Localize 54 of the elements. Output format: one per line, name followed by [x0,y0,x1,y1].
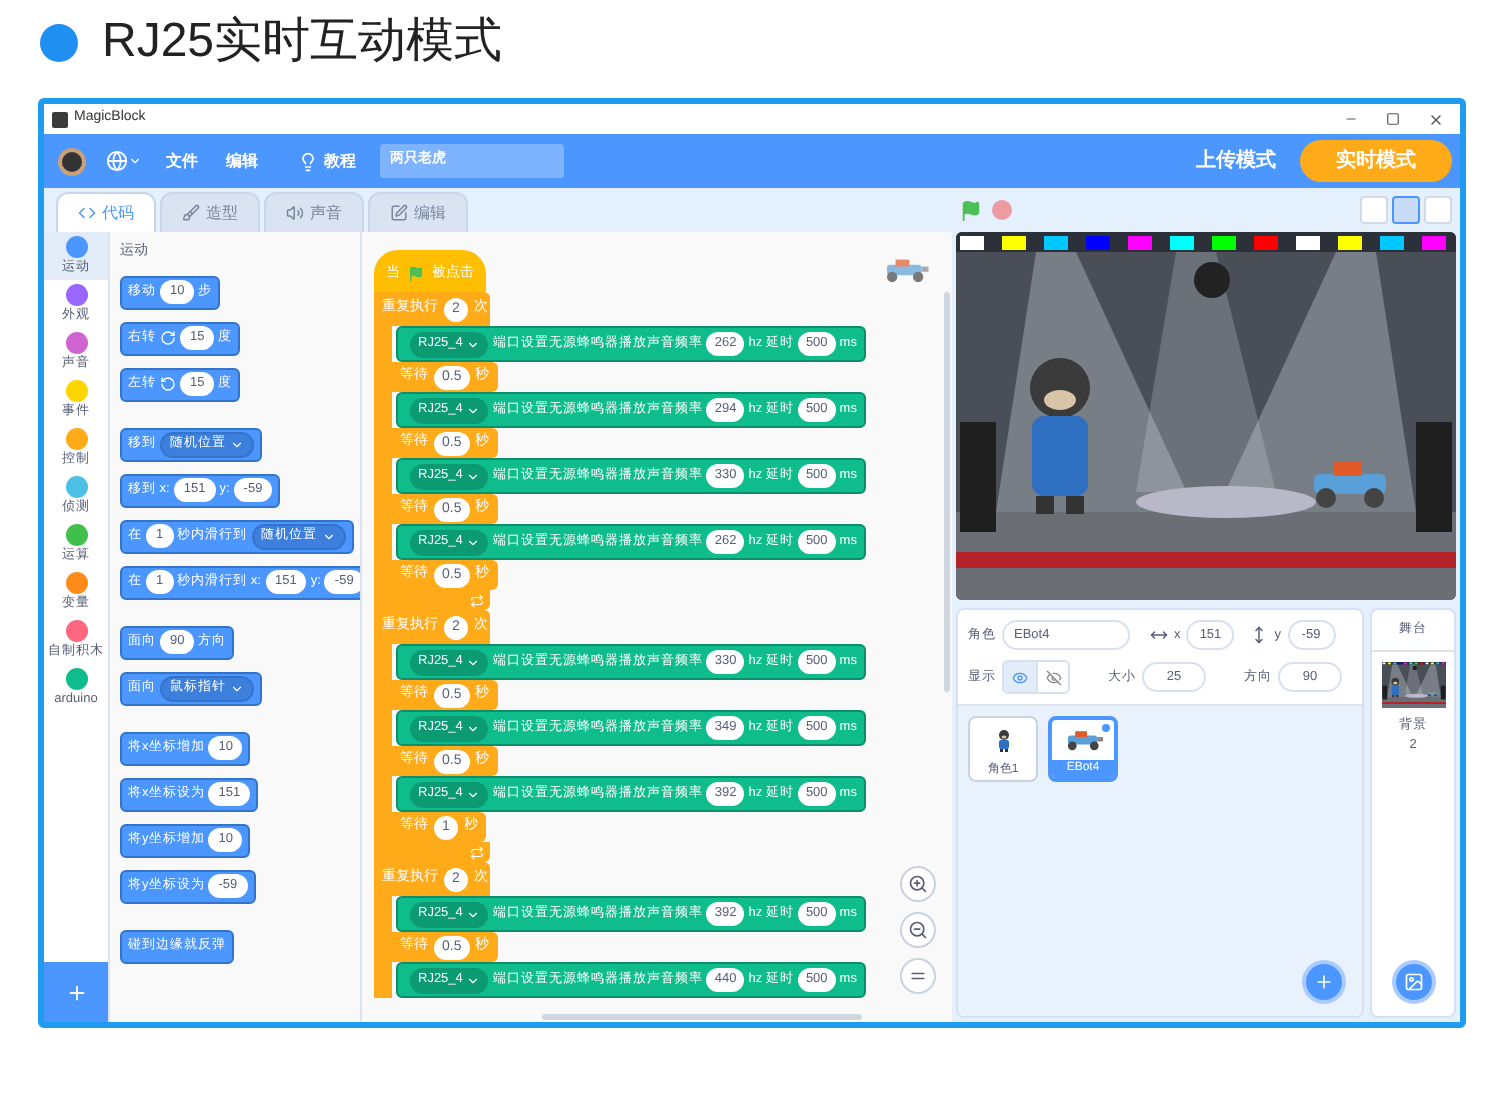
code-icon [78,204,96,222]
flag-icon [408,266,424,282]
globe-icon [106,150,128,172]
add-backdrop-button[interactable] [1391,960,1435,1004]
caret-icon [230,681,244,695]
add-sprite-button[interactable] [1302,960,1346,1004]
show-button[interactable] [1004,662,1036,692]
hide-button[interactable] [1036,662,1068,692]
add-icon [1314,972,1334,992]
add-extension-icon [65,981,87,1003]
maximize-icon[interactable] [1386,112,1400,126]
caret-icon [321,529,336,543]
brush-icon [182,204,200,222]
caret-icon [466,655,481,669]
zoom-in-icon [908,874,928,894]
eye-off-icon [1045,669,1061,685]
minimize-icon[interactable] [1344,112,1358,126]
horizontal-arrow-icon [1150,626,1168,644]
close-icon[interactable] [1428,111,1444,127]
eye-icon [1012,669,1028,685]
caret-icon [466,469,481,483]
loop-arrow-icon [470,845,484,859]
visibility-toggle[interactable] [1002,660,1070,694]
backdrop-thumbnail [1381,661,1445,708]
zoom-out-button[interactable] [900,912,936,948]
large-stage-button[interactable] [1392,196,1420,224]
speaker-icon [286,204,304,222]
zoom-reset-button[interactable] [900,958,936,994]
caret-icon [466,973,481,987]
caret-icon [466,787,481,801]
run-flag-icon[interactable] [960,199,982,221]
vertical-arrow-icon [1250,626,1269,644]
app-logo-icon [52,111,68,127]
caret-icon [466,403,481,417]
caret-icon [466,721,481,735]
caret-icon [128,154,142,168]
zoom-in-button[interactable] [900,866,936,902]
zoom-out-icon [908,920,928,940]
edit-icon [390,204,408,222]
rotate-right-icon [160,330,176,346]
repeat-block-arm [374,896,392,998]
bear-character-icon [993,727,1013,753]
stop-icon[interactable] [992,200,1012,220]
caret-icon [466,907,481,921]
caret-icon [466,535,481,549]
lightbulb-icon [298,151,318,171]
caret-icon [466,337,481,351]
image-icon [1403,972,1423,992]
caret-icon [230,437,244,451]
loop-arrow-icon [470,593,484,607]
page-title: RJ25实时互动模式 [102,18,503,66]
delete-badge[interactable] [1100,722,1112,734]
language-button[interactable] [106,150,142,172]
rotate-left-icon [160,376,176,392]
